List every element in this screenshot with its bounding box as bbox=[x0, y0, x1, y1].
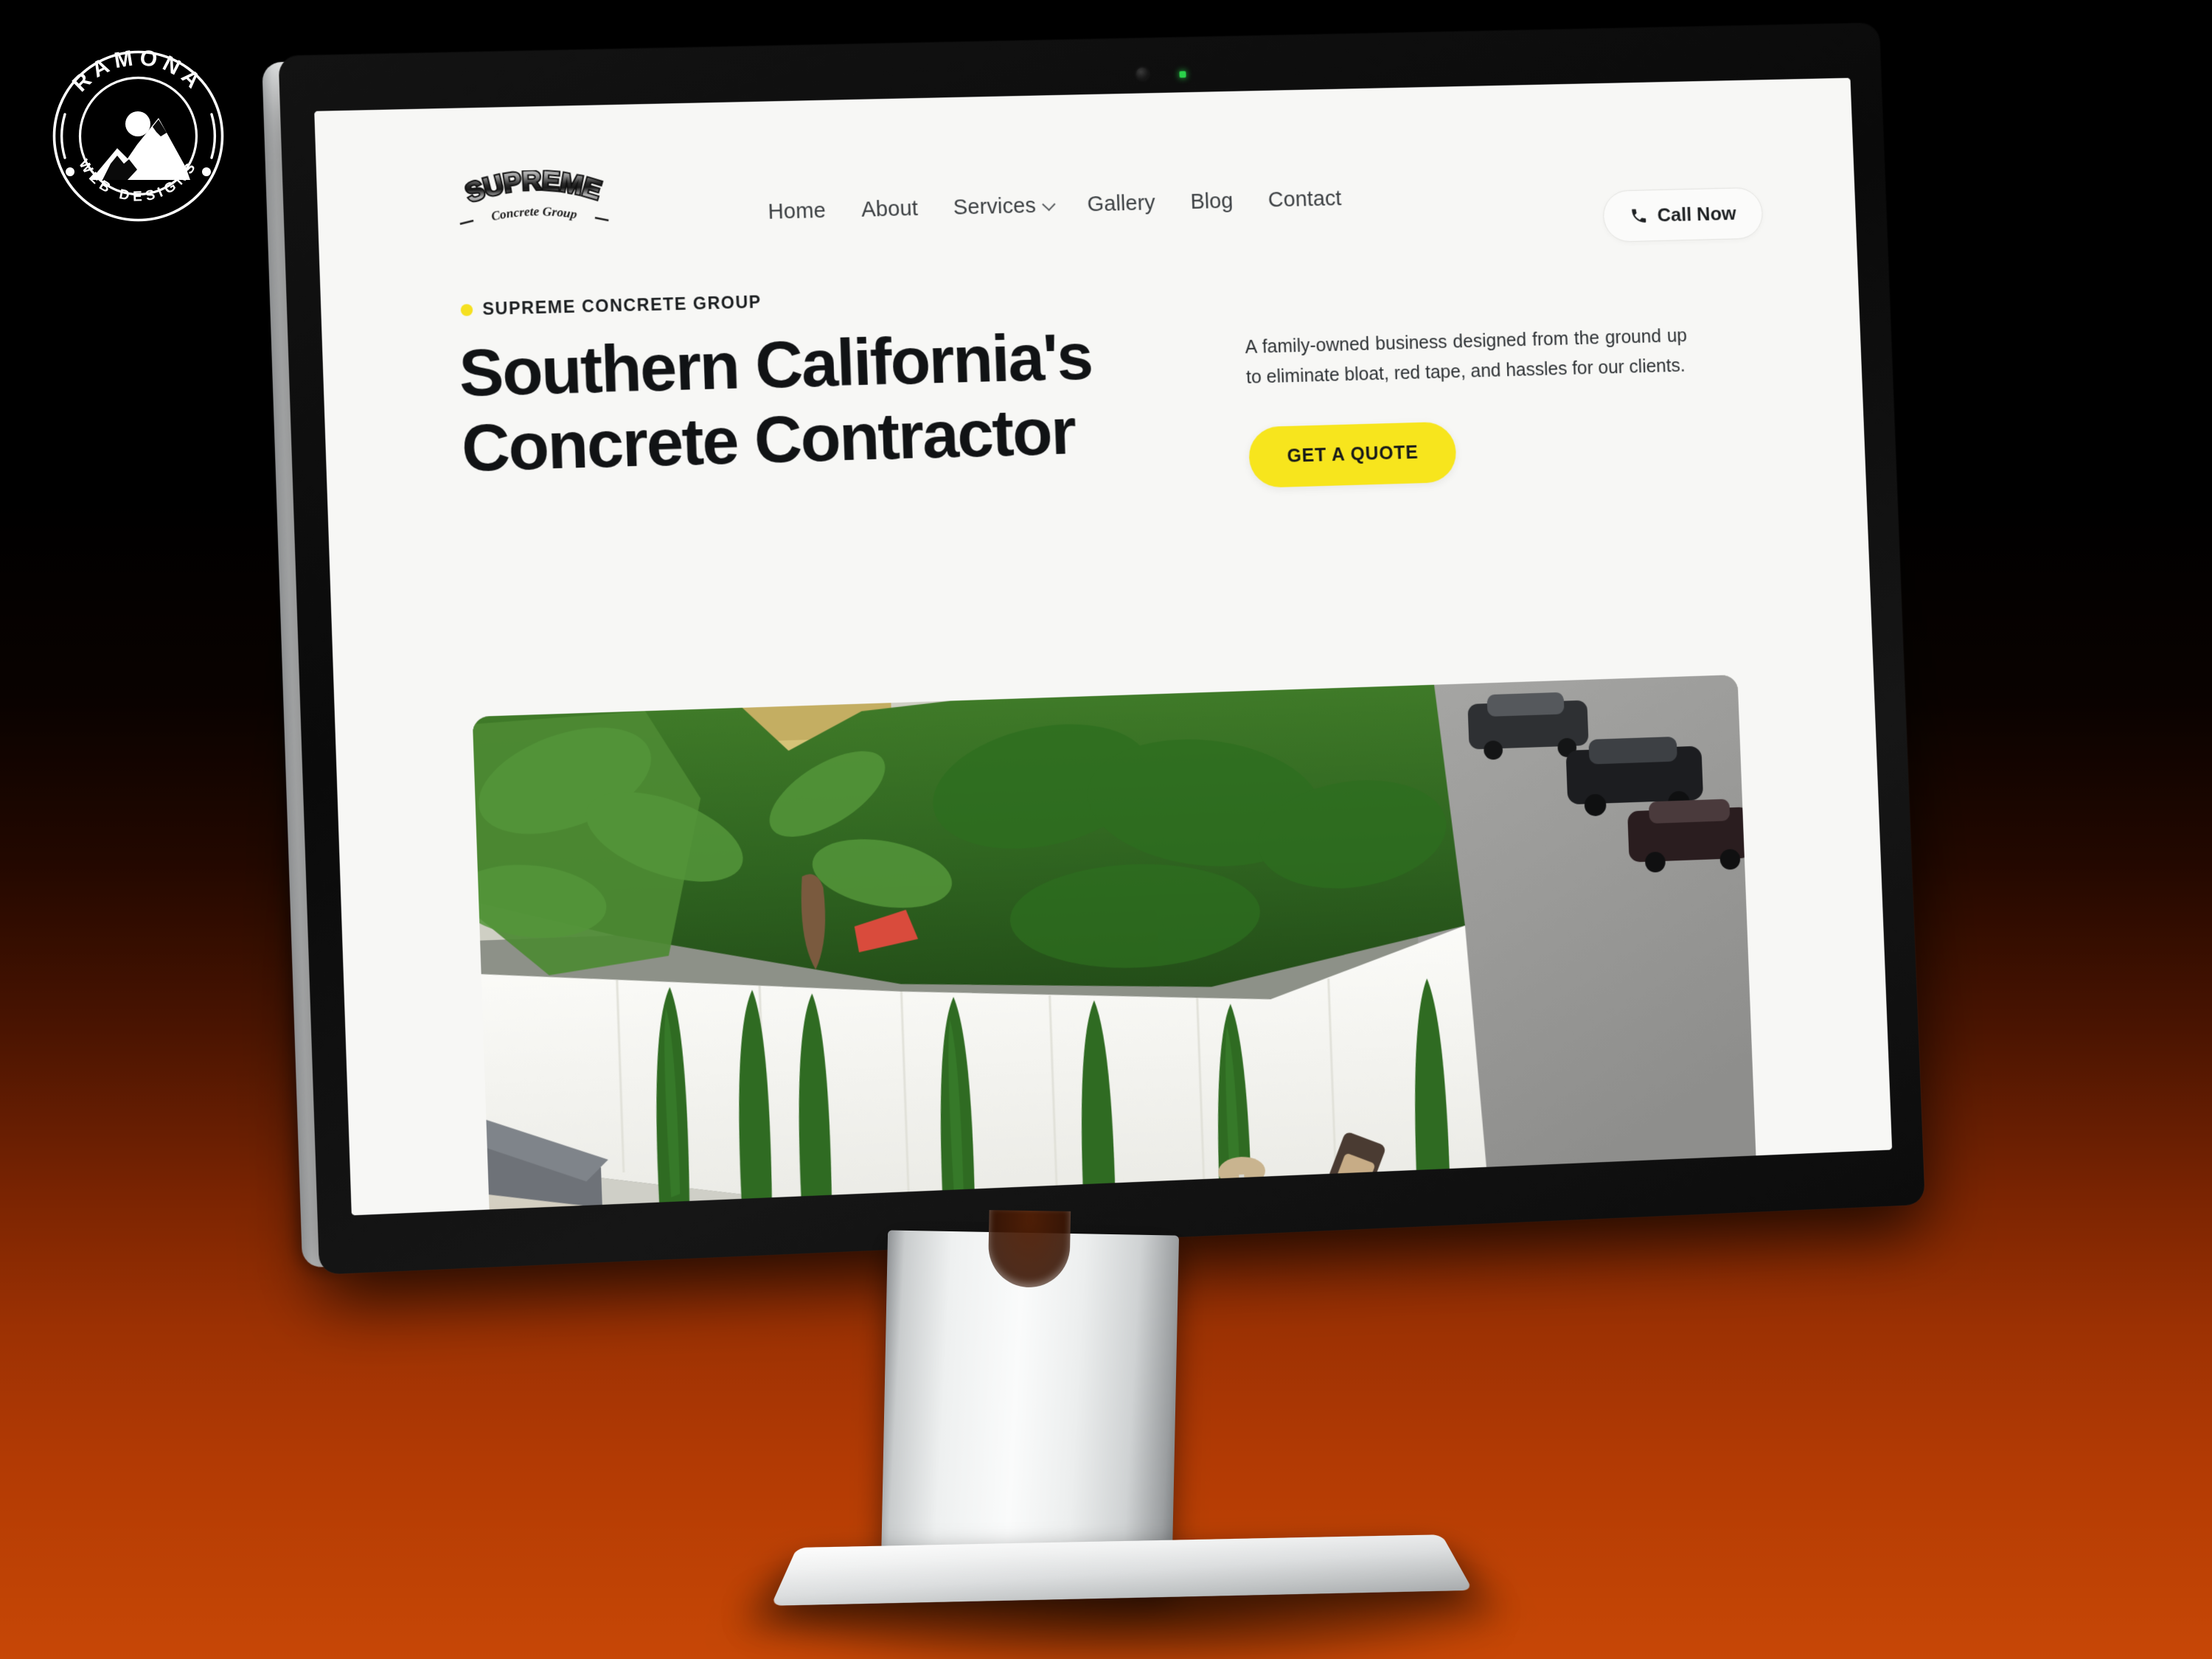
hero-title: Southern California's Concrete Contracto… bbox=[458, 319, 1096, 485]
logo-supreme-text: SUPREME bbox=[459, 168, 608, 210]
nav-label: Blog bbox=[1189, 189, 1234, 215]
logo-concrete-group-text: Concrete Group bbox=[490, 204, 578, 223]
hero-eyebrow-text: SUPREME CONCRETE GROUP bbox=[481, 292, 762, 319]
nav-label: About bbox=[860, 196, 919, 222]
supreme-concrete-group-logo[interactable]: SUPREME Concrete Group bbox=[453, 168, 613, 233]
monitor-stand-neck bbox=[880, 1210, 1180, 1588]
site-header: SUPREME Concrete Group Home About Servic… bbox=[316, 119, 1856, 265]
call-now-button[interactable]: Call Now bbox=[1602, 187, 1764, 243]
nav-item-blog[interactable]: Blog bbox=[1190, 189, 1234, 215]
nav-item-gallery[interactable]: Gallery bbox=[1087, 191, 1155, 217]
nav-item-home[interactable]: Home bbox=[768, 199, 827, 225]
get-a-quote-button[interactable]: GET A QUOTE bbox=[1248, 421, 1458, 488]
hero-title-line-2: Concrete Contractor bbox=[460, 393, 1077, 485]
nav-item-contact[interactable]: Contact bbox=[1267, 187, 1342, 212]
hero-right-column: A family-owned business designed from th… bbox=[1245, 321, 1692, 488]
chevron-down-icon bbox=[1042, 197, 1056, 212]
nav-label: Home bbox=[768, 198, 827, 224]
camera-indicator-led bbox=[1179, 71, 1186, 78]
hero-section: SUPREME CONCRETE GROUP Southern Californ… bbox=[321, 265, 1857, 1216]
website-viewport: SUPREME Concrete Group Home About Servic… bbox=[314, 77, 1893, 1216]
nav-label: Contact bbox=[1267, 187, 1343, 212]
hero-eyebrow: SUPREME CONCRETE GROUP bbox=[460, 292, 762, 320]
main-navigation: Home About Services Gallery Blog Contact bbox=[768, 187, 1342, 224]
monitor-bezel: SUPREME Concrete Group Home About Servic… bbox=[278, 23, 1925, 1275]
display-unit: SUPREME Concrete Group Home About Servic… bbox=[262, 23, 1925, 1275]
call-now-label: Call Now bbox=[1657, 202, 1737, 226]
nav-label: Gallery bbox=[1087, 191, 1156, 217]
monitor-mockup: SUPREME Concrete Group Home About Servic… bbox=[0, 0, 2212, 1659]
nav-label: Services bbox=[953, 194, 1037, 220]
nav-item-services[interactable]: Services bbox=[953, 194, 1056, 220]
phone-icon bbox=[1632, 209, 1646, 223]
hero-paragraph: A family-owned business designed from th… bbox=[1245, 325, 1688, 388]
cable-cutout bbox=[987, 1210, 1071, 1289]
hero-title-line-1: Southern California's bbox=[457, 319, 1093, 410]
webcam-icon bbox=[1135, 67, 1150, 80]
svg-text:SUPREME: SUPREME bbox=[461, 168, 606, 208]
nav-item-about[interactable]: About bbox=[861, 197, 919, 223]
backyard-pool-aerial-photo bbox=[472, 675, 1764, 1216]
eyebrow-dot-icon bbox=[460, 303, 473, 316]
monitor-screen: SUPREME Concrete Group Home About Servic… bbox=[314, 77, 1893, 1216]
svg-text:Concrete Group: Concrete Group bbox=[490, 204, 578, 223]
